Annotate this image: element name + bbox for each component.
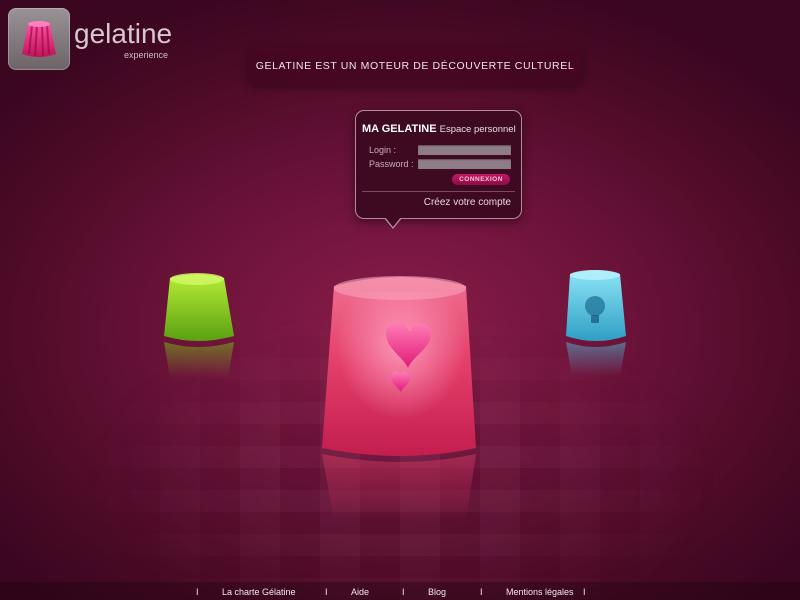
login-label: Login : <box>369 145 397 155</box>
password-field[interactable] <box>418 159 511 169</box>
footer-separator: I <box>196 587 199 597</box>
footer-link-charte[interactable]: La charte Gélatine <box>222 587 296 597</box>
heart-jelly-icon[interactable] <box>316 272 486 527</box>
brand-name: gelatine <box>74 18 173 49</box>
divider <box>362 191 515 192</box>
login-title-bold: MA GELATINE <box>362 123 437 135</box>
jelly-logo-icon <box>8 8 70 70</box>
footer-separator: I <box>325 587 328 597</box>
tagline: GELATINE EST UN MOTEUR DE DÉCOUVERTE CUL… <box>248 46 582 86</box>
footer-separator: I <box>583 587 586 597</box>
lightbulb-jelly-icon[interactable] <box>562 266 630 383</box>
footer-link-mentions[interactable]: Mentions légales <box>506 587 574 597</box>
footer-separator: I <box>480 587 483 597</box>
login-title: MA GELATINE Espace personnel <box>362 123 516 135</box>
create-account-link[interactable]: Créez votre compte <box>424 197 511 208</box>
login-panel: MA GELATINE Espace personnel Login : Pas… <box>355 110 522 229</box>
green-jelly-icon[interactable] <box>158 268 242 385</box>
footer: I La charte Gélatine I Aide I Blog I Men… <box>0 582 800 600</box>
footer-link-aide[interactable]: Aide <box>351 587 369 597</box>
login-title-subtitle: Espace personnel <box>439 124 516 135</box>
brand-subtitle: experience <box>124 50 169 60</box>
connexion-button[interactable]: CONNEXION <box>452 174 510 185</box>
login-field[interactable] <box>418 145 511 155</box>
logo[interactable]: gelatine experience <box>8 8 172 70</box>
footer-link-blog[interactable]: Blog <box>428 587 446 597</box>
footer-separator: I <box>402 587 405 597</box>
password-label: Password : <box>369 159 414 169</box>
